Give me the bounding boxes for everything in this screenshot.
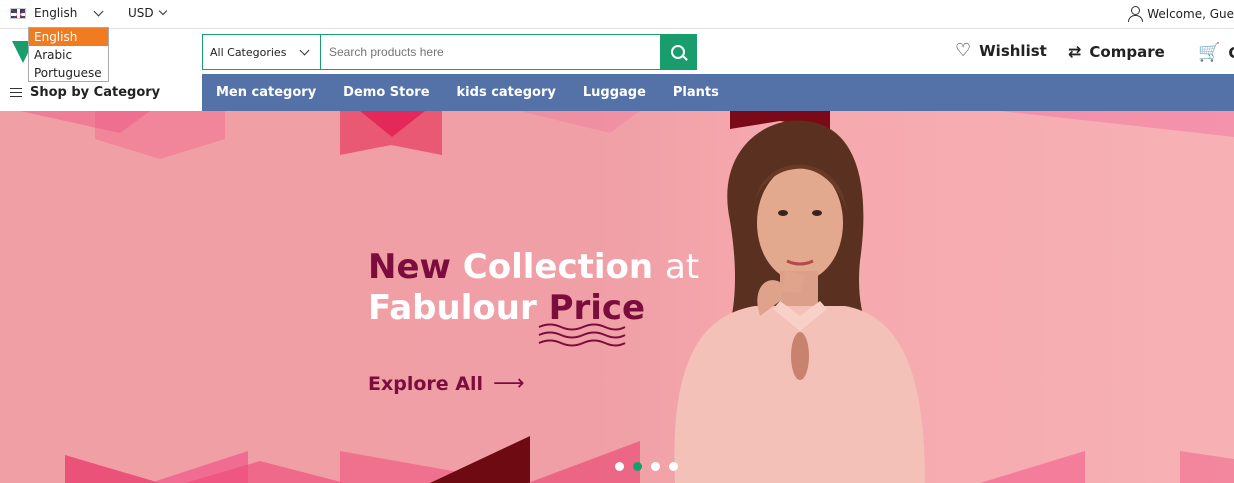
user-icon <box>1127 6 1144 22</box>
language-selector[interactable]: English <box>10 6 104 20</box>
hero-banner: New Collection at Fabulour Price Explore… <box>0 111 1234 483</box>
category-select[interactable]: All Categories <box>203 35 321 69</box>
category-menu: Men category Demo Store kids category Lu… <box>202 74 1234 111</box>
cart-label: Ca <box>1228 43 1234 62</box>
currency-selector[interactable]: USD <box>128 6 167 20</box>
nav-item-demo-store[interactable]: Demo Store <box>343 85 429 100</box>
category-select-label: All Categories <box>210 45 287 59</box>
hero-word-collection: Collection <box>462 247 654 287</box>
nav-item-luggage[interactable]: Luggage <box>583 85 646 100</box>
nav-item-plants[interactable]: Plants <box>673 85 719 100</box>
chevron-down-icon <box>93 6 104 16</box>
header: y All Categories ♡ Wishlist ⇄ Compare 🛒 … <box>0 30 1234 74</box>
chevron-down-icon <box>299 45 310 55</box>
language-option-portuguese[interactable]: Portuguese <box>29 64 108 82</box>
cart-icon: 🛒 <box>1198 42 1221 63</box>
shop-by-category-label: Shop by Category <box>30 85 161 100</box>
currency-label: USD <box>128 6 154 20</box>
language-option-english[interactable]: English <box>29 28 108 46</box>
language-option-arabic[interactable]: Arabic <box>29 46 108 64</box>
nav-item-men-category[interactable]: Men category <box>216 85 316 100</box>
language-dropdown: English Arabic Portuguese <box>28 27 109 82</box>
compare-icon: ⇄ <box>1068 42 1082 61</box>
menu-icon <box>10 87 22 98</box>
arrow-right-icon: ⟶ <box>493 371 525 396</box>
compare-link[interactable]: ⇄ Compare <box>1068 42 1165 61</box>
language-label: English <box>34 6 78 20</box>
search-input[interactable] <box>321 35 660 69</box>
slider-dot-3[interactable] <box>651 462 660 471</box>
hero-word-new: New <box>368 247 451 287</box>
wave-underline-icon <box>538 323 626 347</box>
search-bar: All Categories <box>202 34 697 70</box>
explore-all-button[interactable]: Explore All ⟶ <box>368 371 525 396</box>
slider-dot-4[interactable] <box>669 462 678 471</box>
top-bar: English USD Welcome, Gue <box>0 0 1234 29</box>
slider-dots <box>615 462 678 471</box>
explore-all-label: Explore All <box>368 372 484 395</box>
main-nav: Shop by Category Men category Demo Store… <box>0 74 1234 111</box>
hero-heading-line-1: New Collection at <box>368 247 699 288</box>
slider-dot-1[interactable] <box>615 462 624 471</box>
uk-flag-icon <box>10 7 26 19</box>
wishlist-label: Wishlist <box>979 42 1047 60</box>
search-button[interactable] <box>660 35 696 69</box>
hero-heading: New Collection at Fabulour Price <box>368 247 699 329</box>
welcome-account[interactable]: Welcome, Gue <box>1127 6 1234 22</box>
wishlist-link[interactable]: ♡ Wishlist <box>955 40 1047 61</box>
heart-icon: ♡ <box>955 40 972 61</box>
welcome-text: Welcome, Gue <box>1147 6 1234 21</box>
hero-word-fabulour: Fabulour <box>368 288 537 328</box>
slider-dot-2[interactable] <box>633 462 642 471</box>
cart-link[interactable]: 🛒 Ca <box>1198 42 1234 63</box>
nav-item-kids-category[interactable]: kids category <box>457 85 556 100</box>
hero-word-at: at <box>664 247 700 287</box>
compare-label: Compare <box>1089 42 1165 61</box>
hero-heading-line-2: Fabulour Price <box>368 288 699 329</box>
chevron-down-icon <box>158 6 167 16</box>
